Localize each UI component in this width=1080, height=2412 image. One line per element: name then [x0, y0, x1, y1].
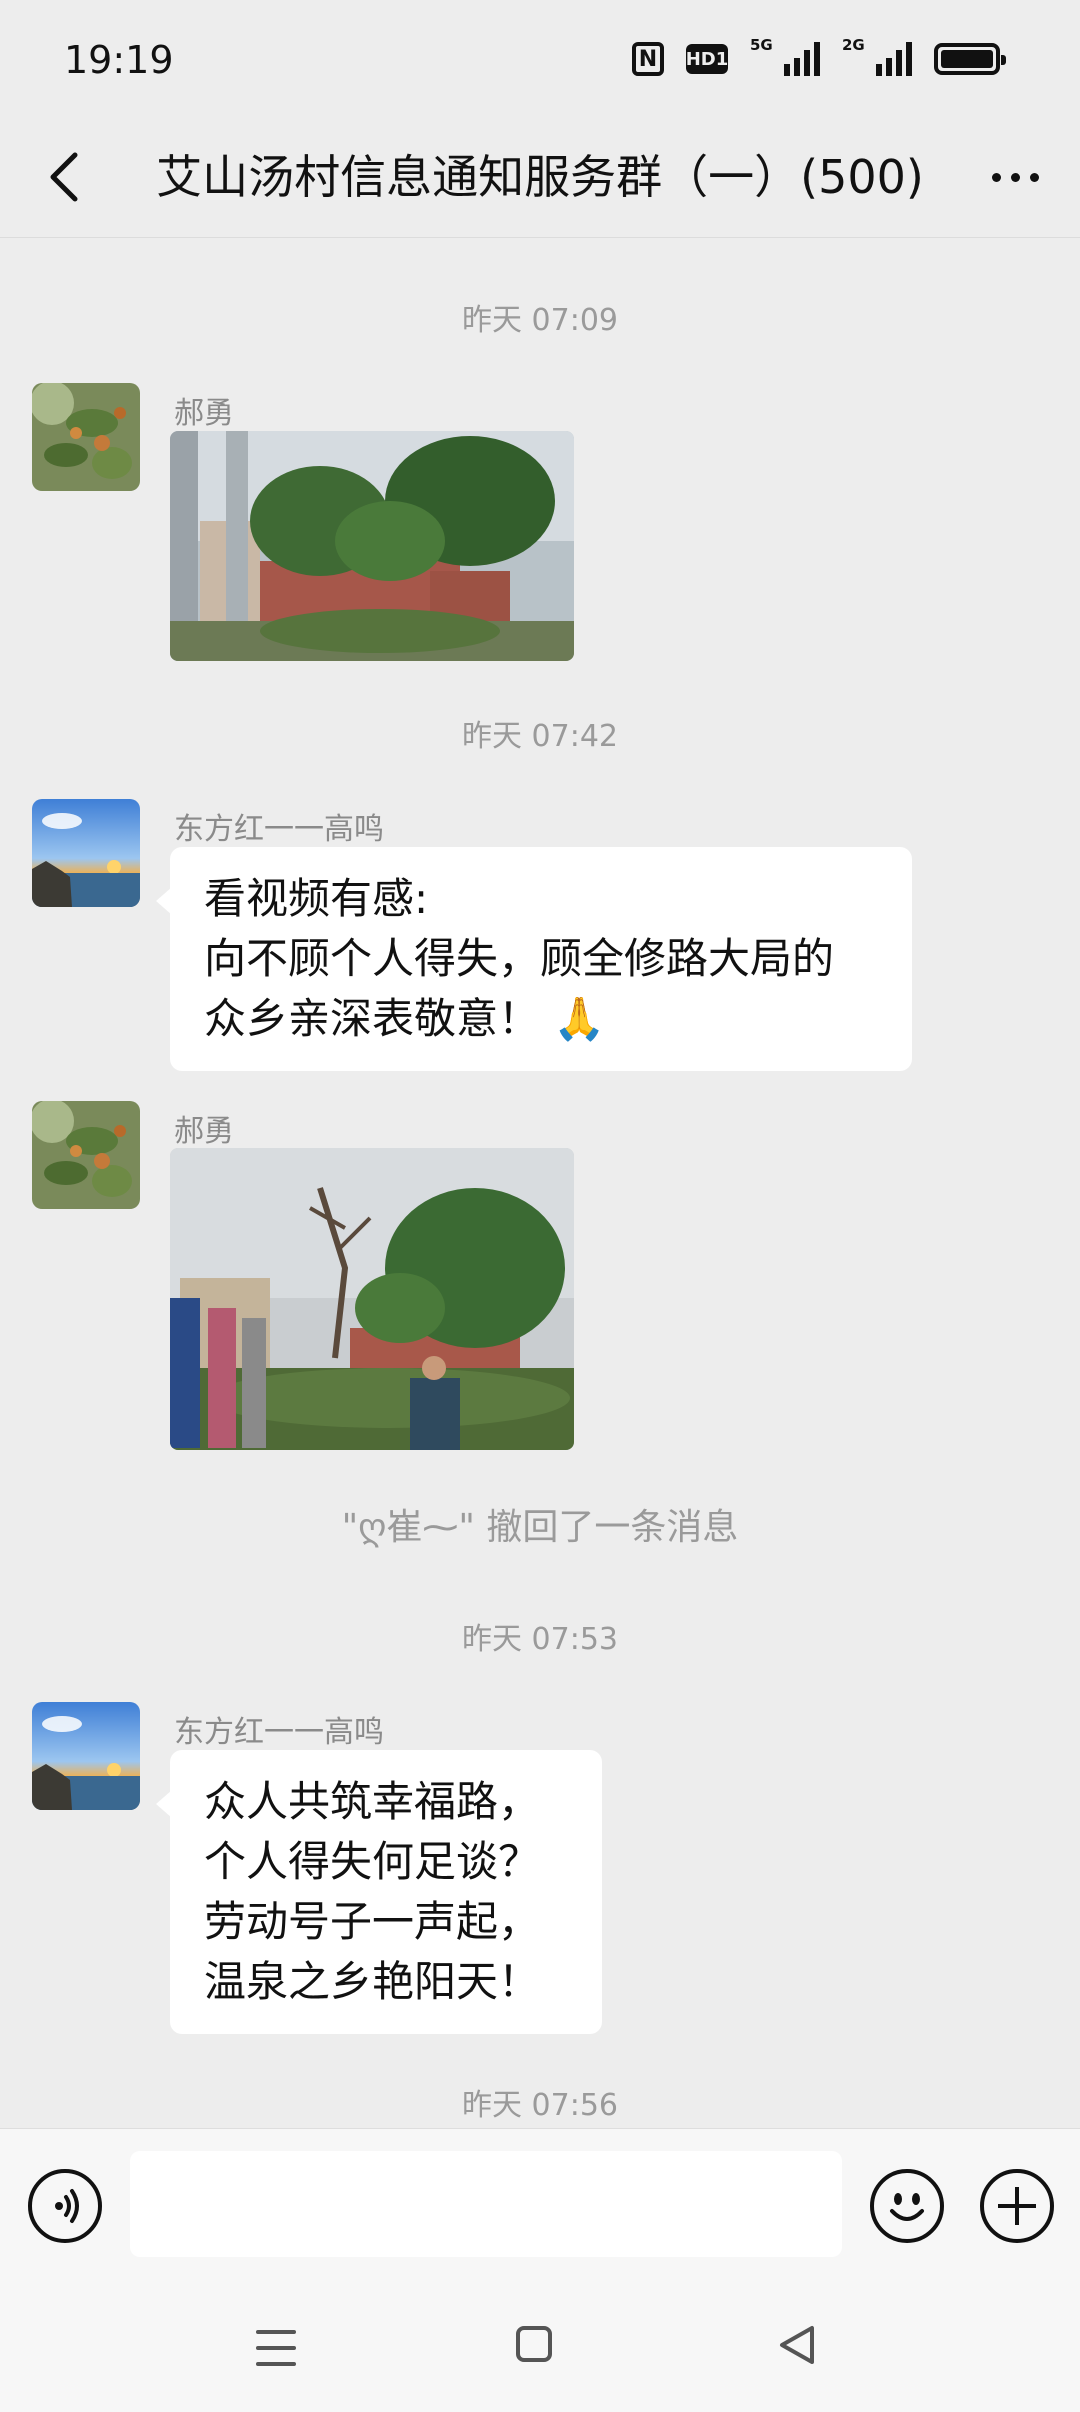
hd-icon: HD1	[686, 44, 728, 74]
signal-2g-label: 2G	[842, 36, 865, 54]
text-message-bubble[interactable]: 众人共筑幸福路， 个人得失何足谈？ 劳动号子一声起， 温泉之乡艳阳天！	[156, 1750, 602, 2034]
recall-notice: "ღ崔⁓" 撤回了一条消息	[341, 1507, 739, 1548]
smiley-icon	[890, 2193, 924, 2221]
status-time: 19:19	[64, 38, 174, 82]
nfc-icon: N	[632, 42, 664, 76]
avatar[interactable]	[32, 1101, 140, 1209]
message-timestamp: 昨天 07:42	[462, 719, 618, 754]
emoji-button[interactable]	[870, 2169, 944, 2243]
avatar[interactable]	[32, 799, 140, 907]
more-dot-icon	[1010, 172, 1020, 182]
message-timestamp: 昨天 07:09	[462, 303, 618, 338]
avatar[interactable]	[32, 383, 140, 491]
recent-apps-button[interactable]	[256, 2330, 296, 2366]
sender-name: 郝勇	[174, 1114, 234, 1149]
voice-icon	[55, 2189, 79, 2223]
sender-name: 郝勇	[174, 396, 234, 431]
battery-icon	[934, 43, 1006, 75]
status-icons: N HD1 5G 2G	[632, 36, 1006, 76]
input-bar	[0, 2128, 1080, 2282]
signal-5g-icon: 5G	[750, 36, 820, 76]
more-actions-button[interactable]	[980, 2169, 1054, 2243]
signal-5g-label: 5G	[750, 36, 773, 54]
message-timestamp: 昨天 07:56	[462, 2088, 618, 2123]
text-message-bubble[interactable]: 看视频有感: 向不顾个人得失，顾全修路大局的 众乡亲深表敬意！ 🙏	[156, 847, 912, 1071]
more-dot-icon	[991, 172, 1001, 182]
back-triangle-icon	[780, 2326, 814, 2364]
voice-input-button[interactable]	[28, 2169, 102, 2243]
avatar[interactable]	[32, 1702, 140, 1810]
chat-header: 艾山汤村信息通知服务群（一）(500)	[0, 120, 1080, 238]
status-bar: 19:19 N HD1 5G 2G	[0, 0, 1080, 120]
photo-message[interactable]	[170, 1148, 574, 1450]
more-dot-icon	[1029, 172, 1039, 182]
photo-message[interactable]	[170, 431, 574, 661]
sender-name: 东方红一一高鸣	[174, 812, 384, 847]
message-input[interactable]	[130, 2151, 842, 2257]
system-nav-bar	[0, 2282, 1080, 2412]
signal-2g-icon: 2G	[842, 36, 912, 76]
chat-title: 艾山汤村信息通知服务群（一）(500)	[156, 150, 924, 204]
system-back-button[interactable]	[776, 2324, 816, 2366]
more-options-button[interactable]	[980, 142, 1050, 212]
home-button[interactable]	[516, 2326, 552, 2362]
sender-name: 东方红一一高鸣	[174, 1715, 384, 1750]
message-timestamp: 昨天 07:53	[462, 1622, 618, 1657]
